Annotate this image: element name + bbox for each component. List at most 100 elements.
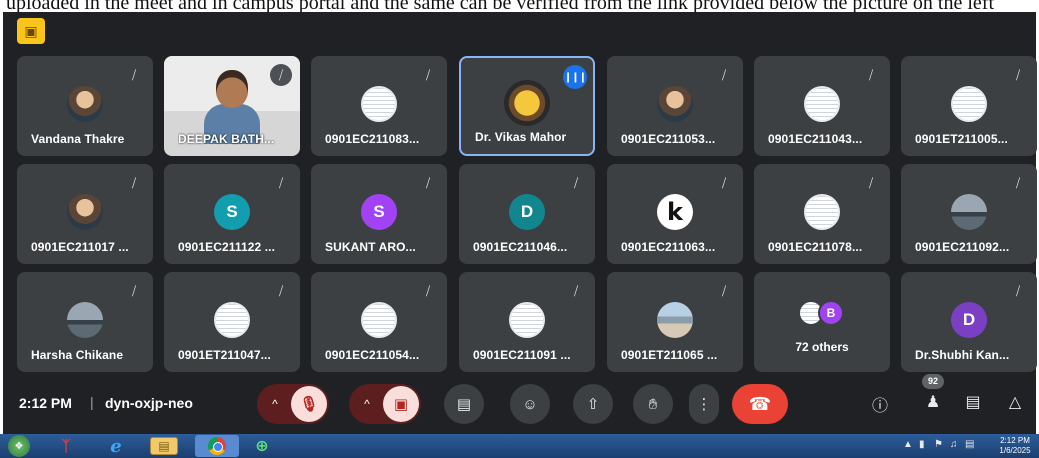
mic-muted-icon: ⧸ xyxy=(868,175,874,190)
tray-battery-icon[interactable]: ▮ xyxy=(919,439,925,450)
participant-name: 0901EC211083... xyxy=(325,132,420,146)
chat-icon[interactable]: ▤ xyxy=(961,392,985,412)
participant-tile[interactable]: D ⧸ Dr.Shubhi Kan... xyxy=(901,272,1037,372)
mic-muted-icon: ⧸ xyxy=(721,67,727,82)
mic-options-chevron[interactable]: ^ xyxy=(259,397,291,411)
participant-name: Dr.Shubhi Kan... xyxy=(915,348,1010,362)
participant-tile[interactable]: ⧸ 0901EC211053... xyxy=(607,56,743,156)
participant-name: Harsha Chikane xyxy=(31,348,124,362)
start-orb-icon[interactable]: ❖ xyxy=(8,435,30,457)
participant-name: 0901ET211047... xyxy=(178,348,271,362)
chrome-icon[interactable] xyxy=(195,435,239,457)
mic-muted-icon: ⧸ xyxy=(721,283,727,298)
participant-tile[interactable]: ⧸ 0901EC211054... xyxy=(311,272,447,372)
captions-icon[interactable]: ▤ xyxy=(444,384,484,424)
participant-tile[interactable]: ⧸ Harsha Chikane xyxy=(17,272,153,372)
internet-explorer-icon[interactable]: e xyxy=(106,436,126,457)
meeting-separator: | xyxy=(90,394,94,410)
participant-tile[interactable]: ⧸ 0901ET211065 ... xyxy=(607,272,743,372)
camera-options-chevron[interactable]: ^ xyxy=(351,397,383,411)
participant-tile[interactable]: S ⧸ 0901EC211122 ... xyxy=(164,164,300,264)
participant-tile[interactable]: ⧸ 0901EC211078... xyxy=(754,164,890,264)
clock-date: 1/6/2025 xyxy=(999,446,1031,455)
participant-name: 0901EC211053... xyxy=(621,132,716,146)
tray-network-icon[interactable]: ▤ xyxy=(965,439,974,450)
people-count-badge: 92 xyxy=(922,374,944,389)
participant-tile[interactable]: ⧸ 0901EC211092... xyxy=(901,164,1037,264)
participant-name: 0901EC211092... xyxy=(915,240,1010,254)
end-call-icon[interactable]: ☎︎ xyxy=(732,384,788,424)
people-icon[interactable]: ♟ xyxy=(921,392,945,412)
mic-muted-icon: ⧸ xyxy=(1015,67,1021,82)
mic-muted-icon: ⧸ xyxy=(573,283,579,298)
tray-volume-icon[interactable]: ♫ xyxy=(950,439,958,450)
participant-tile[interactable]: k ⧸ 0901EC211063... xyxy=(607,164,743,264)
participant-tile[interactable]: S ⧸ SUKANT ARO... xyxy=(311,164,447,264)
avatar xyxy=(804,194,840,230)
activities-icon[interactable]: △ xyxy=(1003,392,1027,412)
participant-tile[interactable]: B 72 others xyxy=(754,272,890,372)
participant-name: 0901EC211054... xyxy=(325,348,420,362)
participant-name: 0901EC211043... xyxy=(768,132,863,146)
mic-muted-icon: ⧸ xyxy=(425,175,431,190)
avatar xyxy=(214,302,250,338)
participant-tile[interactable]: ⧸ 0901EC211017 ... xyxy=(17,164,153,264)
participant-name: 0901EC211063... xyxy=(621,240,716,254)
participant-name: 0901EC211017 ... xyxy=(31,240,129,254)
mic-muted-icon: ⧸ xyxy=(573,175,579,190)
avatar: S xyxy=(214,194,250,230)
meeting-time: 2:12 PM xyxy=(19,395,72,411)
tray-arrow-icon[interactable]: ▲ xyxy=(903,439,913,450)
avatar xyxy=(361,86,397,122)
participant-tile[interactable]: ⧸ DEEPAK BATH... xyxy=(164,56,300,156)
camera-control: ^ ▣ xyxy=(349,384,421,424)
mic-muted-icon: ⧸ xyxy=(270,64,292,86)
avatar xyxy=(361,302,397,338)
camera-off-icon[interactable]: ▣ xyxy=(383,386,419,422)
participant-name: SUKANT ARO... xyxy=(325,240,416,254)
presentation-warning-icon[interactable]: ▣ xyxy=(17,18,45,44)
participant-tile[interactable]: ⧸ 0901EC211043... xyxy=(754,56,890,156)
mic-off-icon[interactable]: 🎙︎ xyxy=(291,386,327,422)
participant-tile[interactable]: ⧸ 0901ET211047... xyxy=(164,272,300,372)
pdf-icon[interactable]: ᛉ xyxy=(56,437,76,455)
mic-muted-icon: ⧸ xyxy=(278,175,284,190)
participant-name: 0901EC211078... xyxy=(768,240,863,254)
avatar: k xyxy=(657,194,693,230)
avatar xyxy=(951,86,987,122)
participant-name: DEEPAK BATH... xyxy=(178,132,275,146)
present-screen-icon[interactable]: ⇧ xyxy=(573,384,613,424)
folder-icon[interactable]: ▤ xyxy=(150,437,178,455)
participant-name: 0901EC211046... xyxy=(473,240,568,254)
avatar xyxy=(504,80,550,126)
mic-muted-icon: ⧸ xyxy=(131,175,137,190)
participant-tile[interactable]: D ⧸ 0901EC211046... xyxy=(459,164,595,264)
participant-name: Dr. Vikas Mahor xyxy=(475,130,567,144)
more-options-icon[interactable]: ⋮ xyxy=(689,384,719,424)
tray-flag-icon[interactable]: ⚑ xyxy=(934,439,943,450)
mic-muted-icon: ⧸ xyxy=(278,283,284,298)
speaking-indicator-icon: ❙❙❙ xyxy=(563,65,587,89)
avatar xyxy=(951,194,987,230)
avatar xyxy=(804,86,840,122)
taskbar-clock[interactable]: 2:12 PM 1/6/2025 xyxy=(995,436,1035,456)
participant-tile[interactable]: ⧸ 0901ET211005... xyxy=(901,56,1037,156)
raise-hand-icon[interactable]: ✋︎ xyxy=(633,384,673,424)
participant-tile[interactable]: ⧸ Vandana Thakre xyxy=(17,56,153,156)
others-avatar-stack: B xyxy=(798,300,848,326)
windows-taskbar: ❖ ᛉ e ▤ ⊕ ▲ ▮ ⚑ ♫ ▤ 2:12 PM 1/6/2025 xyxy=(0,434,1039,458)
participant-tile[interactable]: ⧸ 0901EC211083... xyxy=(311,56,447,156)
avatar xyxy=(67,86,103,122)
mic-muted-icon: ⧸ xyxy=(425,283,431,298)
edge-icon[interactable]: ⊕ xyxy=(252,437,272,455)
others-count-label: 72 others xyxy=(795,340,849,354)
microphone-control: ^ 🎙︎ xyxy=(257,384,329,424)
avatar xyxy=(509,302,545,338)
participant-tile[interactable]: ❙❙❙ Dr. Vikas Mahor xyxy=(459,56,595,156)
emoji-icon[interactable]: ☺ xyxy=(510,384,550,424)
participant-name: 0901ET211005... xyxy=(915,132,1008,146)
info-icon[interactable]: ⓘ xyxy=(868,392,892,416)
participant-video-person xyxy=(204,70,260,144)
avatar: D xyxy=(509,194,545,230)
participant-tile[interactable]: ⧸ 0901EC211091 ... xyxy=(459,272,595,372)
